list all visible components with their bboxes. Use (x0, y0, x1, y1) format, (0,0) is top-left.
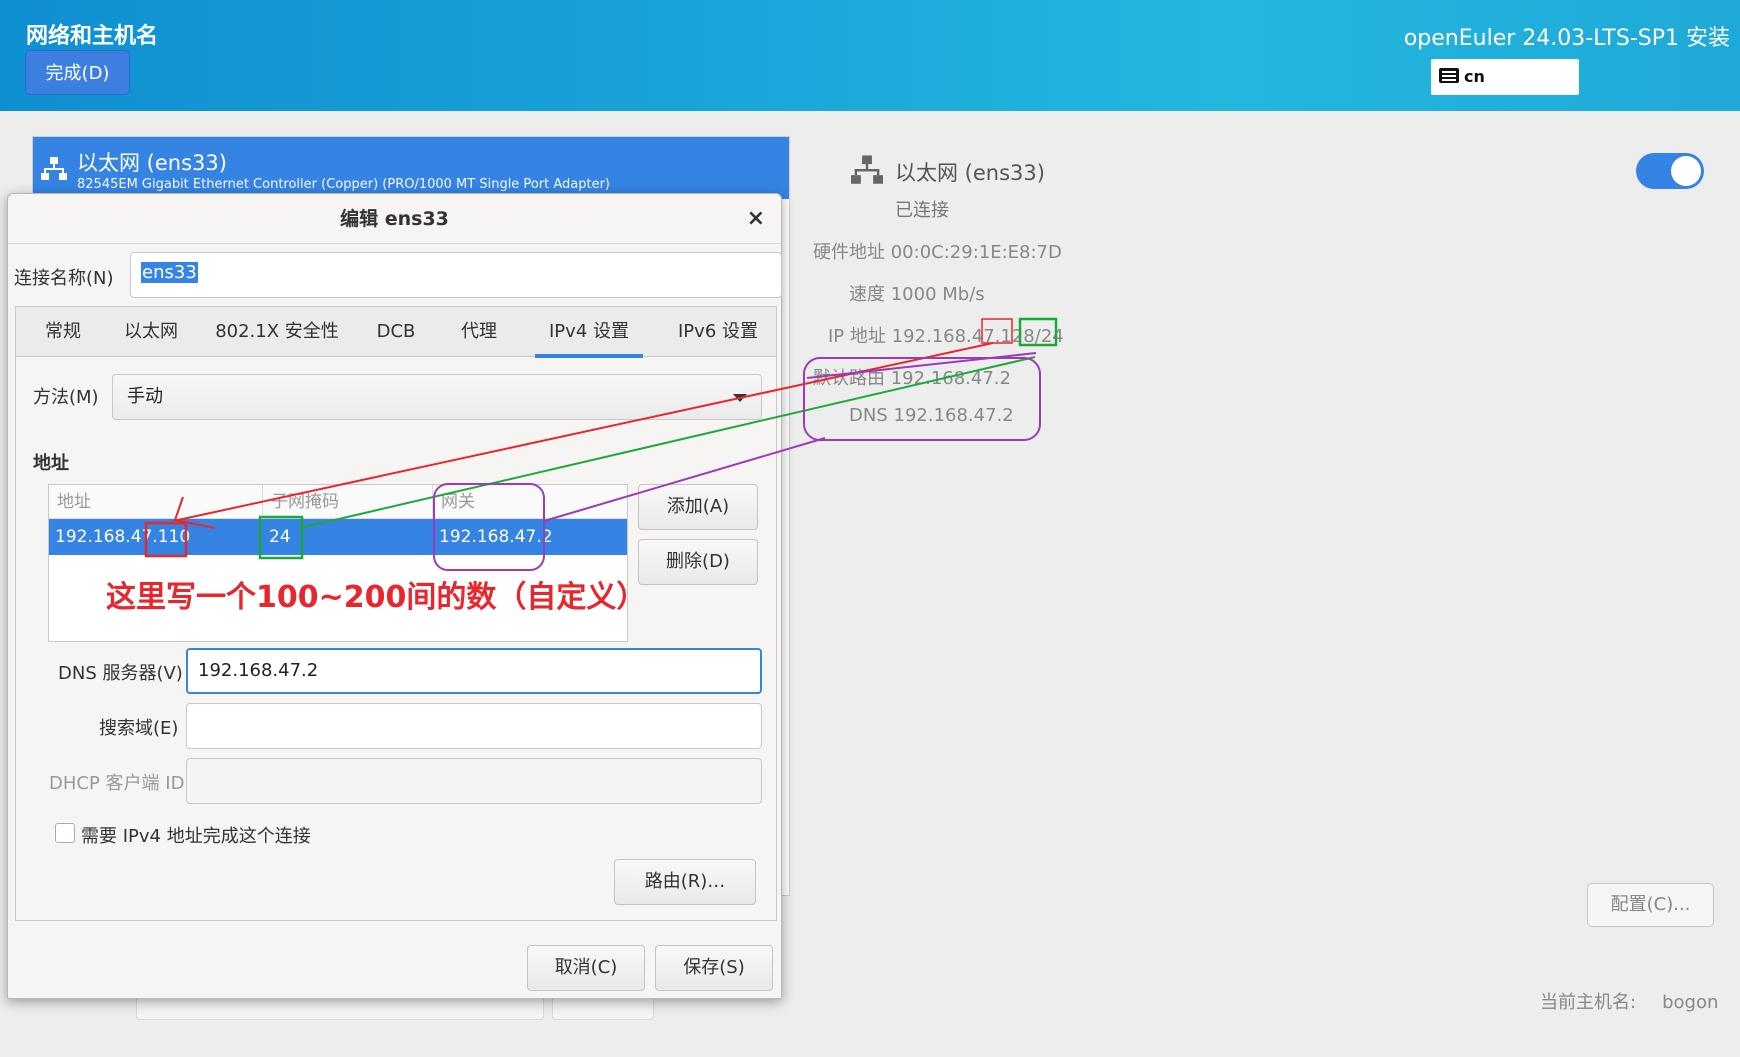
tab-general[interactable]: 常规 (34, 307, 92, 357)
column-header-gateway[interactable]: 网关 (433, 485, 627, 519)
require-ipv4-checkbox[interactable] (55, 823, 75, 843)
require-ipv4-label: 需要 IPv4 地址完成这个连接 (81, 826, 311, 847)
network-wired-icon (41, 157, 67, 180)
tab-dcb[interactable]: DCB (366, 307, 426, 357)
device-description: 82545EM Gigabit Ethernet Controller (Cop… (77, 177, 610, 192)
dns-servers-input[interactable]: 192.168.47.2 (186, 648, 762, 694)
connection-name-label: 连接名称(N) (14, 268, 114, 289)
hostname-value: bogon (1662, 992, 1719, 1013)
device-name: 以太网 (ens33) (77, 151, 227, 175)
method-dropdown[interactable]: 手动 (112, 374, 762, 420)
tab-ethernet[interactable]: 以太网 (116, 307, 186, 357)
gateway-cell[interactable]: 192.168.47.2 (433, 519, 553, 555)
connection-name-input[interactable]: ens33 (130, 252, 782, 298)
cancel-button[interactable]: 取消(C) (527, 945, 645, 991)
method-value: 手动 (127, 386, 163, 407)
close-icon[interactable]: × (747, 206, 765, 231)
column-header-address[interactable]: 地址 (49, 485, 263, 519)
detail-row-default-route: 默认路由 192.168.47.2 (813, 368, 1011, 389)
chevron-down-icon (733, 394, 747, 402)
table-row[interactable]: 192.168.47.110 24 192.168.47.2 (49, 519, 627, 555)
tab-proxy[interactable]: 代理 (450, 307, 508, 357)
keyboard-layout-indicator[interactable]: cn (1431, 59, 1579, 95)
tab-ipv6-settings[interactable]: IPv6 设置 (664, 307, 772, 357)
addresses-heading: 地址 (33, 453, 69, 474)
detail-row-dns: DNS 192.168.47.2 (849, 405, 1014, 426)
hostname-label: 当前主机名: (1540, 992, 1637, 1013)
detail-device-name: 以太网 (ens33) (895, 161, 1045, 185)
detail-row-hardware-address: 硬件地址 00:0C:29:1E:E8:7D (813, 242, 1062, 263)
current-hostname: 当前主机名: bogon (1540, 988, 1718, 1014)
address-cell[interactable]: 192.168.47.110 (49, 519, 190, 555)
device-list-item-ens33[interactable]: 以太网 (ens33) 82545EM Gigabit Ethernet Con… (33, 137, 789, 199)
tab-ipv4-settings[interactable]: IPv4 设置 (535, 307, 643, 358)
delete-address-button[interactable]: 删除(D) (638, 539, 758, 585)
search-domains-input[interactable] (186, 703, 762, 749)
keyboard-icon (1439, 68, 1459, 83)
tab-bar: 常规 以太网 802.1X 安全性 DCB 代理 IPv4 设置 IPv6 设置 (16, 307, 776, 358)
done-button[interactable]: 完成(D) (25, 50, 130, 95)
connection-name-value: ens33 (141, 262, 198, 283)
dns-servers-label: DNS 服务器(V) (58, 663, 183, 684)
device-enable-toggle[interactable] (1636, 153, 1704, 189)
column-header-netmask[interactable]: 子网掩码 (263, 485, 433, 519)
dhcp-client-id-label: DHCP 客户端 ID (49, 773, 185, 794)
routes-button[interactable]: 路由(R)… (614, 859, 756, 905)
detail-status: 已连接 (895, 200, 949, 221)
detail-row-speed: 速度 1000 Mb/s (849, 284, 985, 305)
top-bar: 网络和主机名 完成(D) openEuler 24.03-LTS-SP1 安装 … (0, 0, 1740, 111)
product-title: openEuler 24.03-LTS-SP1 安装 (1403, 26, 1730, 51)
keyboard-layout-label: cn (1464, 67, 1485, 86)
page-title: 网络和主机名 (26, 24, 159, 49)
save-button[interactable]: 保存(S) (655, 945, 773, 991)
detail-row-ip-address: IP 地址 192.168.47.128/24 (828, 326, 1064, 347)
edit-connection-dialog: 编辑 ens33 × 连接名称(N) ens33 常规 以太网 802.1X 安… (7, 193, 782, 999)
add-address-button[interactable]: 添加(A) (638, 484, 758, 530)
search-domains-label: 搜索域(E) (99, 718, 179, 739)
network-wired-icon (851, 155, 883, 184)
addresses-table: 地址 子网掩码 网关 192.168.47.110 24 192.168.47.… (48, 484, 628, 642)
dialog-title: 编辑 ens33 (8, 194, 781, 244)
dhcp-client-id-input[interactable] (186, 758, 762, 804)
method-label: 方法(M) (33, 387, 99, 408)
netmask-cell[interactable]: 24 (263, 519, 291, 555)
configure-button[interactable]: 配置(C)... (1587, 883, 1714, 927)
dns-servers-value: 192.168.47.2 (198, 660, 319, 681)
tab-8021x-security[interactable]: 802.1X 安全性 (213, 307, 341, 357)
annotation-note: 这里写一个100~200间的数（自定义） (106, 580, 647, 615)
